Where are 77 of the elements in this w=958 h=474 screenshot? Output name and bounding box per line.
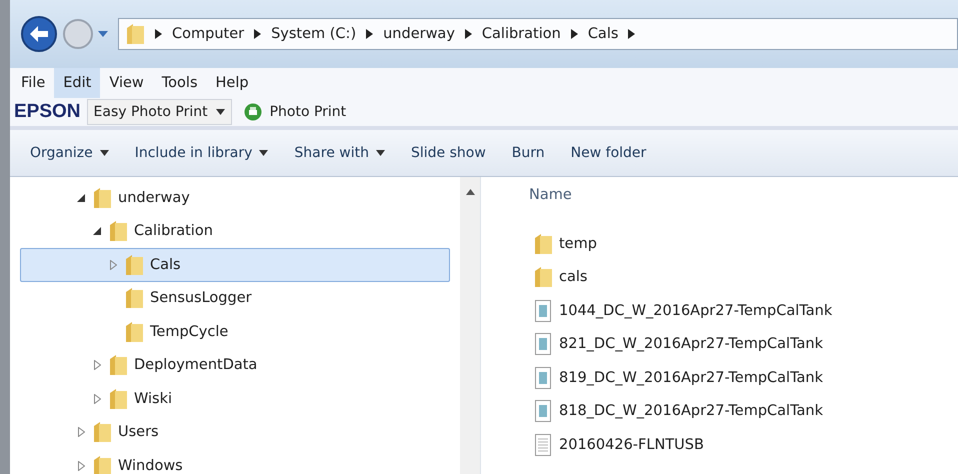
expanded-icon <box>77 194 85 202</box>
document-icon <box>533 298 553 323</box>
menu-item[interactable]: View <box>100 68 153 98</box>
printer-icon <box>244 103 262 121</box>
epson-logo: EPSON <box>14 101 81 123</box>
folder-icon <box>92 420 112 444</box>
list-entry[interactable]: cals <box>529 260 588 294</box>
column-header[interactable]: Name <box>529 187 572 227</box>
tree-item[interactable]: Users <box>20 416 450 449</box>
folder-icon <box>92 454 112 474</box>
document-icon <box>533 399 553 424</box>
menu-item[interactable]: Tools <box>152 68 207 98</box>
folder-icon <box>124 286 144 310</box>
breadcrumb-arrow-icon <box>570 29 578 39</box>
text-file-icon <box>533 432 553 457</box>
caret-icon <box>259 150 268 156</box>
caret-icon <box>376 150 385 156</box>
collapsed-icon <box>78 460 84 471</box>
breadcrumb[interactable]: underway <box>383 26 455 42</box>
collapsed-icon <box>94 394 100 404</box>
photo-print-dropdown[interactable]: Easy Photo Print <box>86 99 232 125</box>
list-entry[interactable]: 818_DC_W_2016Apr27-TempCalTank <box>529 394 824 428</box>
folder-icon <box>125 22 145 46</box>
folder-icon <box>108 219 128 244</box>
back-button[interactable] <box>20 15 58 53</box>
command-button[interactable]: New folder <box>566 141 660 165</box>
breadcrumb[interactable]: System (C:) <box>271 26 356 42</box>
breadcrumb-arrow-icon <box>366 29 374 39</box>
folder-icon <box>533 232 553 256</box>
breadcrumb[interactable]: Computer <box>172 26 244 42</box>
breadcrumb-arrow-icon <box>254 29 262 39</box>
collapsed-icon <box>110 260 116 270</box>
list-entry[interactable]: 821_DC_W_2016Apr27-TempCalTank <box>529 328 824 361</box>
photo-print-button[interactable]: Photo Print <box>238 99 352 125</box>
breadcrumb-arrow-icon <box>628 29 636 39</box>
tree-item[interactable]: TempCycle <box>20 315 450 348</box>
list-entry[interactable]: temp <box>529 227 597 260</box>
collapsed-icon <box>78 427 84 438</box>
command-button[interactable]: Burn <box>508 141 559 165</box>
folder-icon <box>92 186 112 210</box>
tree-item[interactable]: Wiski <box>20 382 450 416</box>
address-bar[interactable]: Computer System (C:) underway Calibration Cals <box>118 18 958 50</box>
folder-icon <box>124 252 144 277</box>
tree-item[interactable]: Calibration <box>20 214 450 248</box>
list-entry[interactable]: 819_DC_W_2016Apr27-TempCalTank <box>529 361 824 394</box>
collapsed-icon <box>94 360 100 370</box>
caret-icon <box>216 109 225 115</box>
expanded-icon <box>93 227 101 236</box>
folder-icon <box>124 320 144 344</box>
folder-icon <box>108 386 128 411</box>
menu-item[interactable]: Edit <box>54 68 100 98</box>
caret-icon <box>100 150 109 156</box>
list-entry[interactable]: 1044_DC_W_2016Apr27-TempCalTank <box>529 294 832 328</box>
tree-item[interactable]: SensusLogger <box>20 282 450 315</box>
command-button[interactable]: Share with <box>290 141 399 165</box>
tree-item[interactable]: DeploymentData <box>20 348 450 382</box>
command-button[interactable]: Include in library <box>130 141 282 165</box>
document-icon <box>533 332 553 356</box>
tree-item[interactable]: Cals <box>20 248 450 282</box>
folder-icon <box>533 265 553 290</box>
menu-item[interactable]: File <box>12 68 54 98</box>
command-button[interactable]: Slide show <box>406 141 500 165</box>
breadcrumb[interactable]: Calibration <box>482 26 561 42</box>
scroll-up-icon <box>466 189 474 195</box>
breadcrumb-arrow-icon <box>155 29 162 39</box>
folder-icon <box>108 353 128 378</box>
list-entry[interactable]: 20160426-FLNTUSB <box>529 428 704 462</box>
scrollbar[interactable] <box>460 177 480 474</box>
breadcrumb-arrow-icon <box>464 29 472 39</box>
forward-button[interactable] <box>62 18 94 50</box>
command-button[interactable]: Organize <box>26 141 123 165</box>
tree-item[interactable]: underway <box>20 181 450 214</box>
history-dropdown-icon[interactable] <box>98 30 108 38</box>
menu-item[interactable]: Help <box>206 68 258 98</box>
breadcrumb[interactable]: Cals <box>588 26 618 42</box>
document-icon <box>533 366 553 390</box>
tree-item[interactable]: Windows <box>20 449 450 474</box>
